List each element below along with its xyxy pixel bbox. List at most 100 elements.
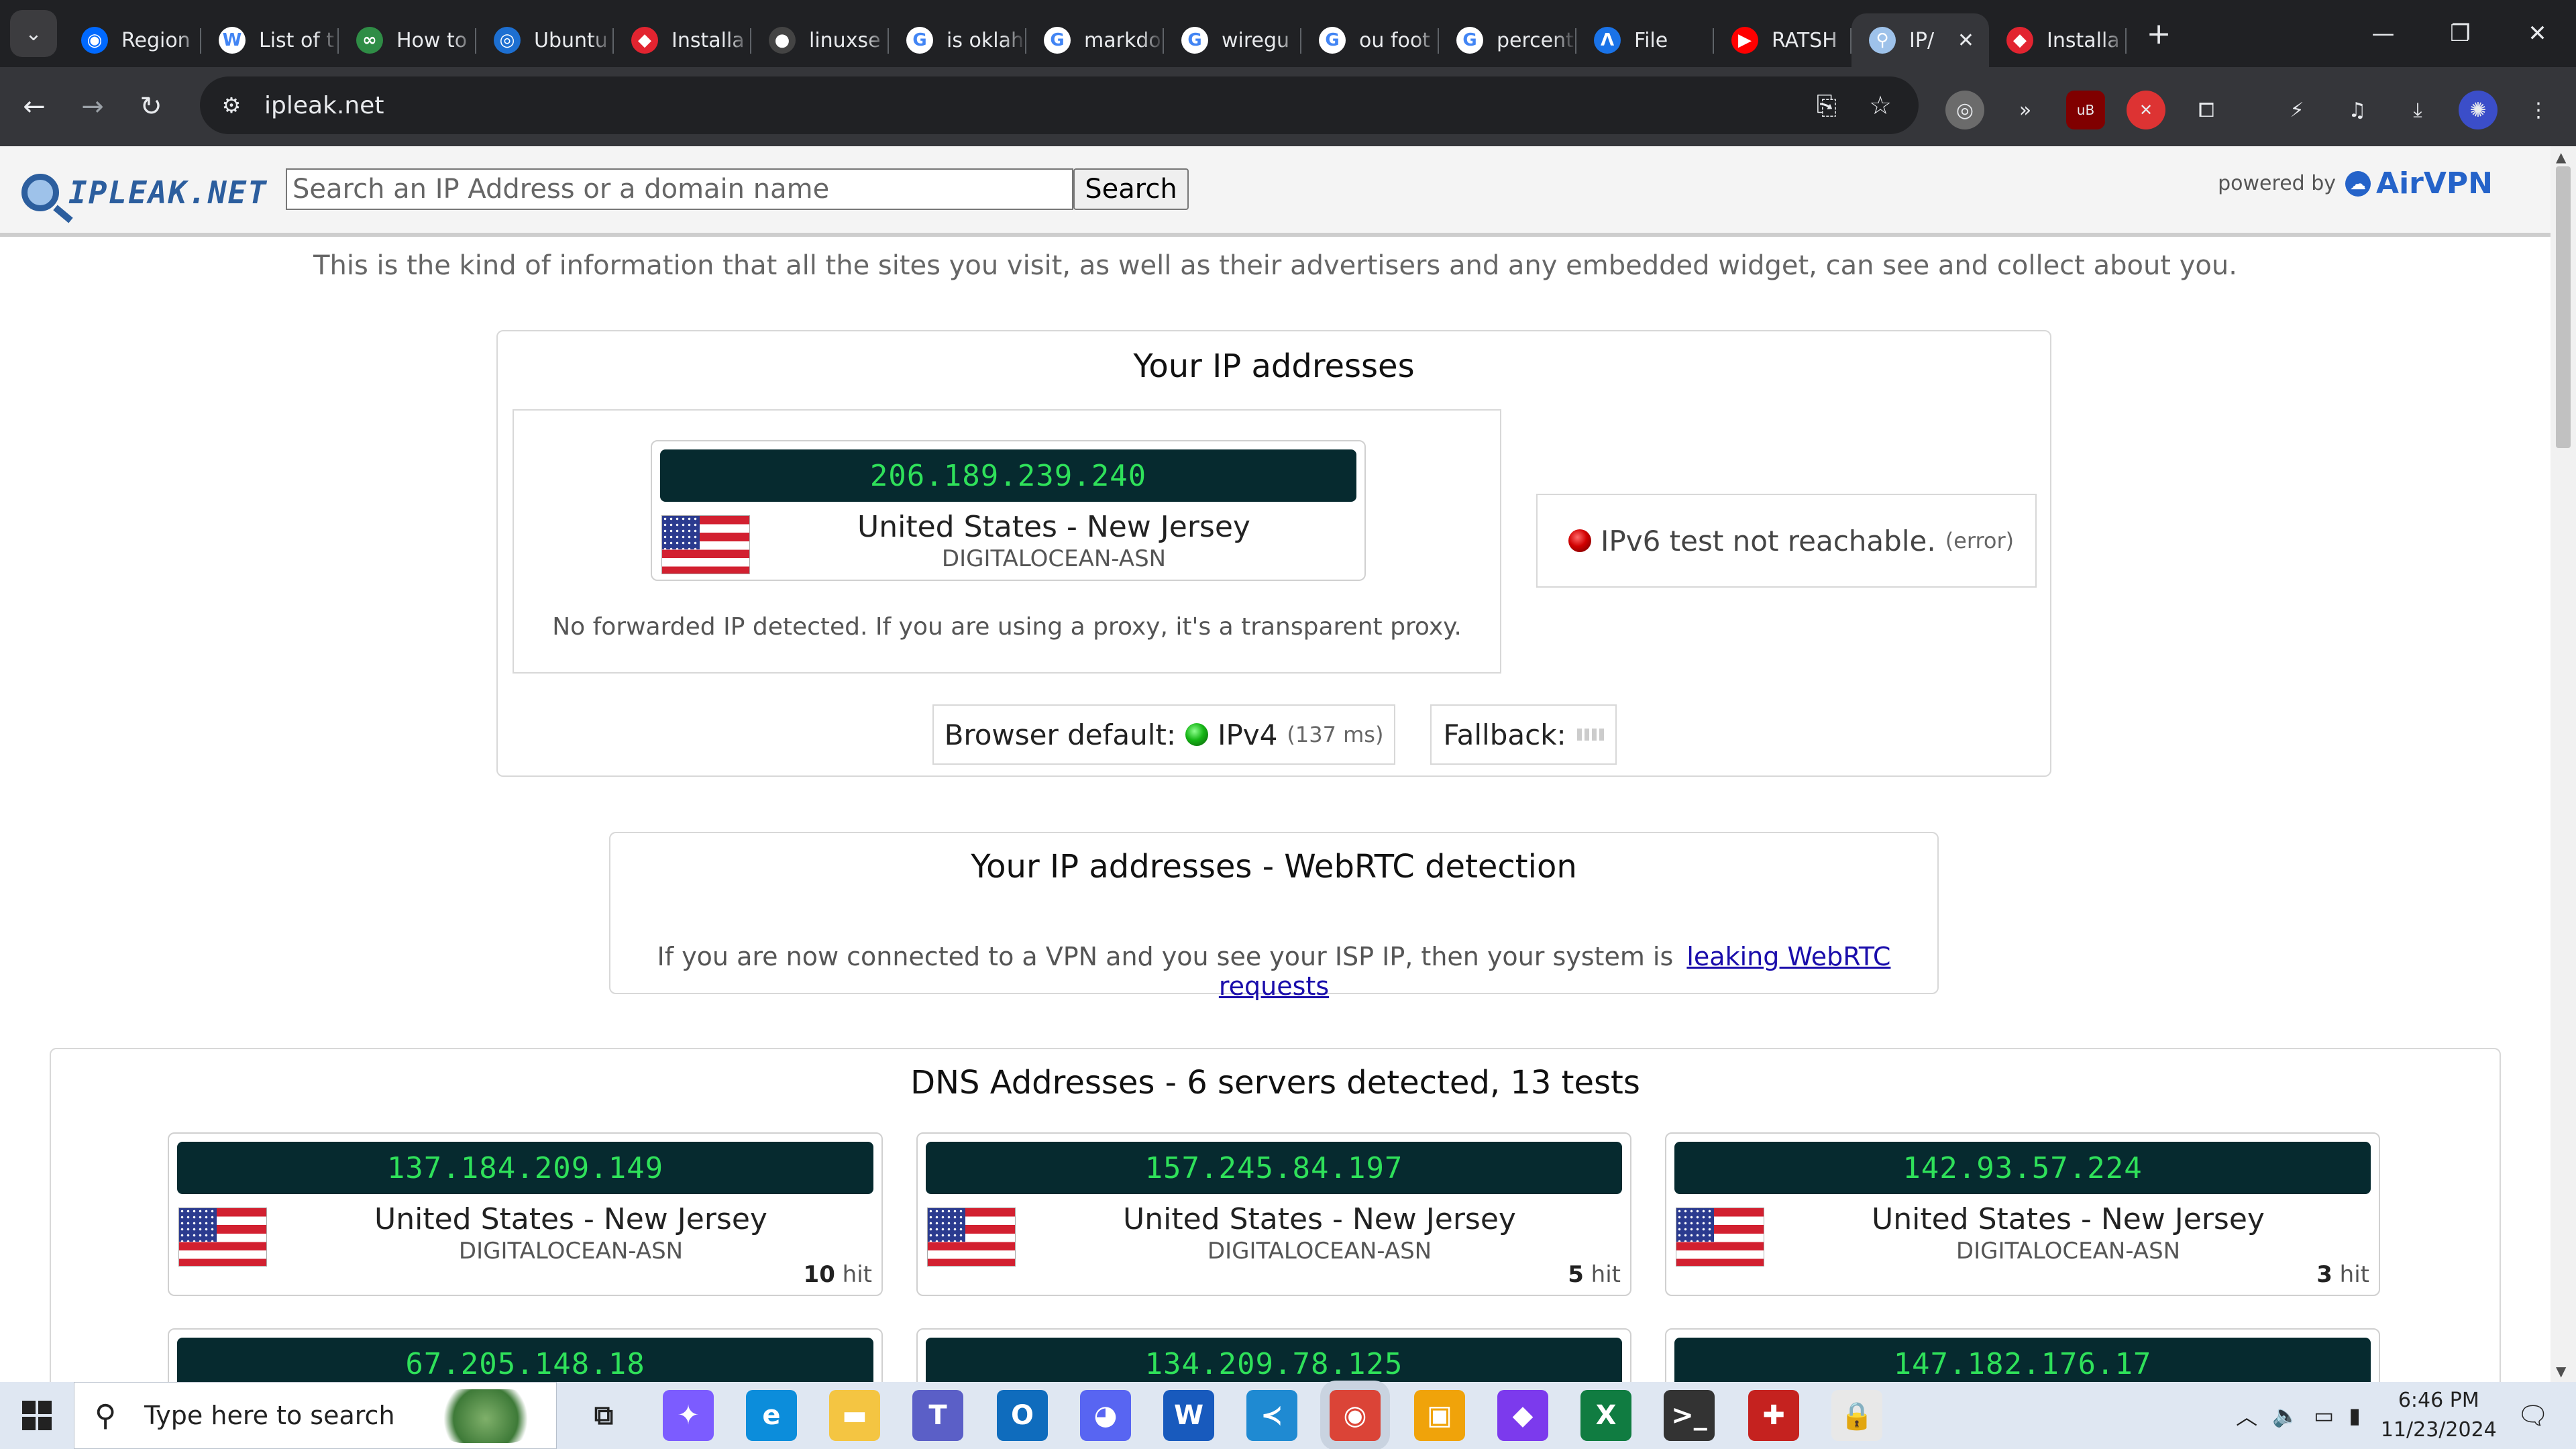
bookmark-star-icon[interactable]: ☆ <box>1864 89 1897 122</box>
extension-forward-icon[interactable]: » <box>2006 91 2045 129</box>
discord-icon[interactable]: ◕ <box>1080 1390 1131 1441</box>
excel-icon[interactable]: X <box>1580 1390 1631 1441</box>
url-text[interactable]: ipleak.net <box>264 92 384 119</box>
dns-location: United States - New Jersey <box>1123 1202 1516 1236</box>
edge-icon[interactable]: e <box>746 1390 797 1441</box>
obsidian-icon[interactable]: ◆ <box>1497 1390 1548 1441</box>
google-icon: G <box>1181 27 1208 54</box>
scroll-up-icon[interactable]: ▲ <box>2556 149 2566 165</box>
terminal-app-icon[interactable]: ▣ <box>1414 1390 1465 1441</box>
dns-ip-address[interactable]: 134.209.78.125 <box>926 1338 1622 1382</box>
extension-block-icon[interactable]: ✕ <box>2127 91 2165 129</box>
extensions-puzzle-icon[interactable]: ⧠ <box>2187 91 2226 129</box>
ubuntu-icon: ◎ <box>494 27 521 54</box>
reload-icon[interactable]: ↻ <box>127 83 175 131</box>
tab-14[interactable]: ◆ Installa <box>1989 13 2127 67</box>
ublock-origin-icon[interactable]: uB <box>2066 91 2105 129</box>
tab-5[interactable]: ● linuxse <box>751 13 889 67</box>
page-scrollbar[interactable]: ▲ ▼ <box>2551 146 2576 1382</box>
site-info-icon[interactable]: ⚙ <box>215 89 248 122</box>
outlook-icon[interactable]: O <box>997 1390 1048 1441</box>
tab-0[interactable]: ◉ Region <box>64 13 201 67</box>
tab-title: List of t <box>259 28 335 52</box>
ipv6-error-tag: (error) <box>1945 528 2015 553</box>
tab-13[interactable]: ⚲ IP/ ✕ <box>1851 13 1989 67</box>
tab-strip: ⌄ ◉ Region W List of t ∞ How to ◎ Ubuntu ◆ Instal… <box>0 0 2576 67</box>
teams-icon[interactable]: T <box>912 1390 963 1441</box>
taskbar-search-box[interactable]: ⚲ Type here to search <box>74 1382 557 1449</box>
dns-asn: DIGITALOCEAN-ASN <box>1207 1238 1432 1265</box>
dns-server-box: 147.182.176.17 <box>1665 1328 2380 1382</box>
ipleak-logo[interactable]: IPLEAK.NET <box>21 166 268 219</box>
task-view-icon[interactable]: ⧉ <box>578 1390 629 1441</box>
powered-by[interactable]: powered by ☁ AirVPN <box>2218 166 2493 201</box>
back-icon[interactable]: ← <box>10 83 58 131</box>
vscode-icon[interactable]: ≺ <box>1246 1390 1297 1441</box>
close-window-icon[interactable]: ✕ <box>2499 0 2576 67</box>
webrtc-panel: Your IP addresses - WebRTC detection If … <box>609 832 1939 1001</box>
scroll-thumb[interactable] <box>2556 166 2571 448</box>
taskbar-clock[interactable]: 6:46 PM 11/23/2024 <box>2381 1386 2497 1445</box>
dns-panel-title: DNS Addresses - 6 servers detected, 13 t… <box>910 1064 1640 1102</box>
browser-menu-icon[interactable]: ⋮ <box>2519 91 2558 129</box>
new-tab-button[interactable]: + <box>2139 13 2179 54</box>
clock-time: 6:46 PM <box>2398 1389 2479 1412</box>
tab-9[interactable]: Gou foot <box>1301 13 1439 67</box>
cmd-icon[interactable]: >_ <box>1664 1390 1715 1441</box>
network-icon[interactable]: ▭ <box>2314 1403 2334 1428</box>
extension-privacy-icon[interactable]: ◎ <box>1945 91 1984 129</box>
status-red-dot-icon <box>1568 529 1591 552</box>
windows-start-icon[interactable] <box>0 1382 74 1449</box>
notifications-icon[interactable]: 🗨 <box>2517 1401 2549 1431</box>
tab-title: Ubuntu <box>534 28 608 52</box>
ipv4-address[interactable]: 206.189.239.240 <box>660 449 1356 502</box>
restore-icon[interactable]: ❐ <box>2422 0 2499 67</box>
tab-11[interactable]: Λ File <box>1576 13 1714 67</box>
fallback-box: Fallback: <box>1430 704 1617 765</box>
search-input[interactable] <box>286 168 1073 210</box>
tab-search-icon[interactable]: ⌄ <box>10 10 57 57</box>
minimize-icon[interactable]: — <box>2345 0 2422 67</box>
address-bar[interactable]: ⚙ ipleak.net ⎘ ☆ <box>200 76 1919 134</box>
profile-avatar[interactable]: ✺ <box>2459 91 2498 129</box>
tab-1[interactable]: W List of t <box>201 13 339 67</box>
vpn-app-icon[interactable]: 🔒 <box>1831 1390 1882 1441</box>
close-tab-icon[interactable]: ✕ <box>1957 29 1974 52</box>
fallback-label: Fallback: <box>1443 718 1566 751</box>
performance-icon[interactable]: ⚡ <box>2277 91 2316 129</box>
tab-12[interactable]: ▶ RATSH <box>1714 13 1851 67</box>
chrome-icon[interactable]: ◉ <box>1330 1390 1381 1441</box>
dns-hit-label: hit <box>1591 1261 1621 1288</box>
tray-chevron-icon[interactable]: ︿ <box>2236 1400 2257 1431</box>
scroll-down-icon[interactable]: ▼ <box>2556 1363 2566 1379</box>
dns-ip-address[interactable]: 157.245.84.197 <box>926 1142 1622 1194</box>
dns-ip-address[interactable]: 142.93.57.224 <box>1674 1142 2371 1194</box>
word-icon[interactable]: W <box>1163 1390 1214 1441</box>
tab-2[interactable]: ∞ How to <box>339 13 476 67</box>
tab-6[interactable]: Gis oklah <box>889 13 1026 67</box>
dns-hit-count: 5 <box>1568 1261 1584 1288</box>
tab-7[interactable]: Gmarkdo <box>1026 13 1164 67</box>
dns-ip-address[interactable]: 67.205.148.18 <box>177 1338 873 1382</box>
search-button[interactable]: Search <box>1073 168 1189 210</box>
status-green-dot-icon <box>1185 723 1209 746</box>
dns-location: United States - New Jersey <box>374 1202 767 1236</box>
forward-icon[interactable]: → <box>68 83 117 131</box>
tab-8[interactable]: Gwiregu <box>1164 13 1301 67</box>
media-control-icon[interactable]: ♫ <box>2338 91 2377 129</box>
dns-location: United States - New Jersey <box>1872 1202 2265 1236</box>
downloads-icon[interactable]: ⤓ <box>2398 91 2437 129</box>
volume-icon[interactable]: 🔈 <box>2272 1403 2299 1428</box>
security-app-icon[interactable]: ✚ <box>1748 1390 1799 1441</box>
battery-icon[interactable]: ▮ <box>2349 1403 2361 1428</box>
tab-4[interactable]: ◆ Installa <box>614 13 751 67</box>
tab-3[interactable]: ◎ Ubuntu <box>476 13 614 67</box>
dns-ip-address[interactable]: 137.184.209.149 <box>177 1142 873 1194</box>
tab-10[interactable]: Gpercent <box>1439 13 1576 67</box>
copilot-icon[interactable]: ✦ <box>663 1390 714 1441</box>
install-app-icon[interactable]: ⎘ <box>1810 89 1843 122</box>
dns-ip-address[interactable]: 147.182.176.17 <box>1674 1338 2371 1382</box>
google-icon: G <box>1319 27 1346 54</box>
file-explorer-icon[interactable]: ▬ <box>829 1390 880 1441</box>
wikipedia-icon: W <box>219 27 246 54</box>
